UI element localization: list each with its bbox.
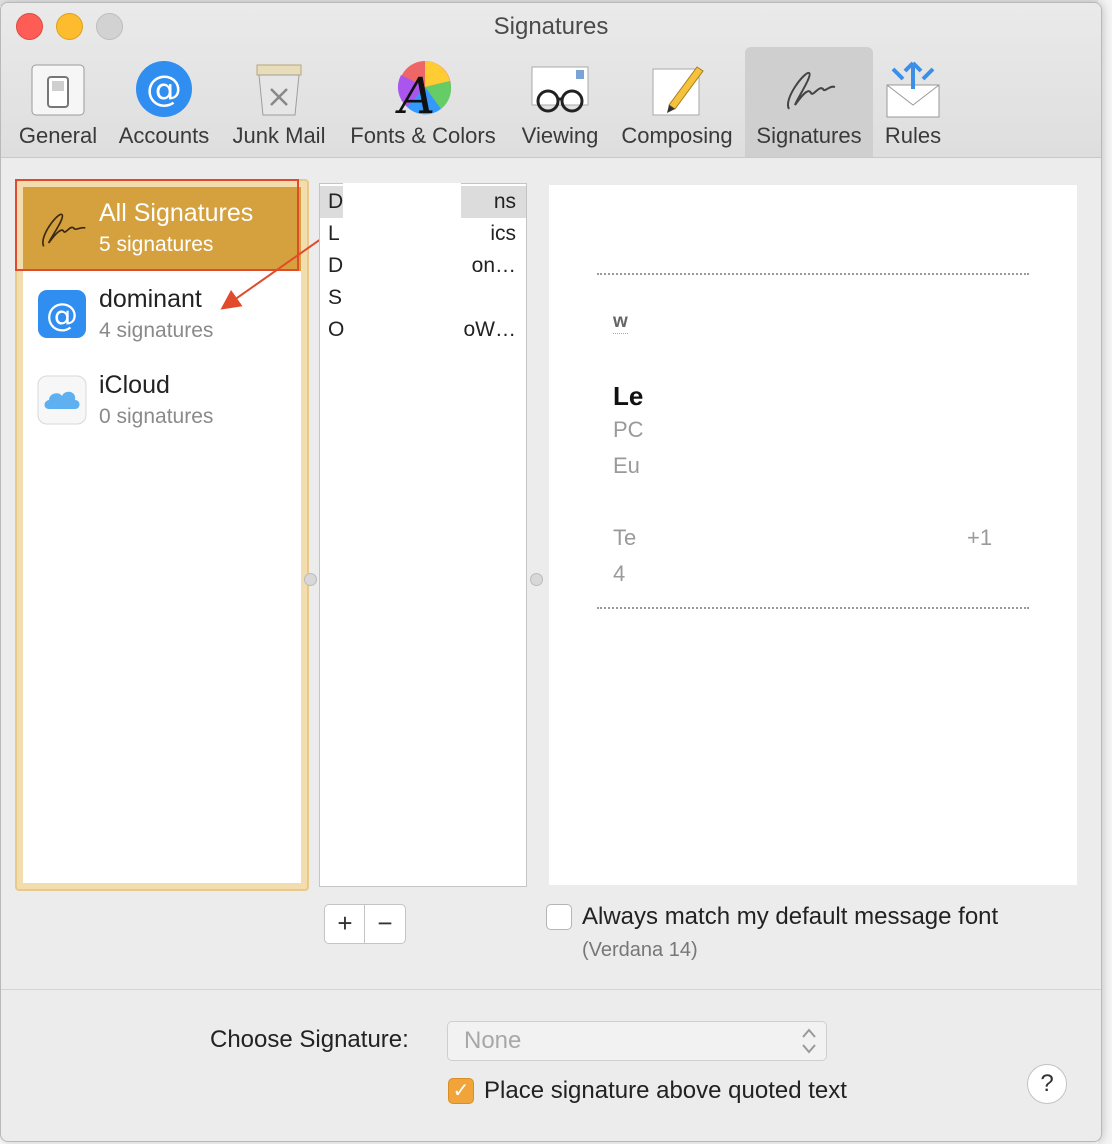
preferences-window: Signatures General @ Accounts Junk Mail … <box>0 2 1102 1142</box>
match-font-label: Always match my default message font <box>582 903 999 930</box>
tab-junk-mail-label: Junk Mail <box>232 123 326 148</box>
signature-name-end: ics <box>490 222 516 245</box>
preview-text: Te <box>613 525 637 550</box>
pencil-paper-icon <box>652 66 704 116</box>
tab-signatures[interactable]: Signatures <box>745 47 873 157</box>
match-font-sublabel: (Verdana 14) <box>582 939 698 961</box>
redaction-block <box>343 183 461 223</box>
signature-row[interactable]: O oW… <box>320 314 526 346</box>
signature-list: D ns L ics D on… S O oW… <box>319 183 527 887</box>
add-signature-button[interactable]: + <box>324 904 366 944</box>
account-icloud[interactable]: iCloud 0 signatures <box>23 359 301 443</box>
signature-icon <box>786 71 836 110</box>
tab-accounts-label: Accounts <box>118 123 210 148</box>
match-font-checkbox[interactable] <box>546 904 572 930</box>
tab-viewing[interactable]: Viewing <box>513 47 607 157</box>
tab-fonts-colors-label: Fonts & Colors <box>350 123 496 148</box>
preview-text: +1 <box>967 525 993 550</box>
at-sign-icon: @ <box>38 290 86 338</box>
preferences-toolbar: General @ Accounts Junk Mail A Fonts & C… <box>1 47 1101 157</box>
account-dominant[interactable]: @ dominant 4 signatures <box>23 273 301 357</box>
tab-fonts-colors[interactable]: A Fonts & Colors <box>339 47 507 157</box>
annotation-highlight-box <box>15 179 299 271</box>
tab-rules[interactable]: Rules <box>877 47 949 157</box>
divider <box>597 273 1029 275</box>
icloud-icon <box>37 375 87 425</box>
choose-signature-select[interactable]: None <box>447 1021 827 1061</box>
at-sign-icon: @ <box>136 61 192 117</box>
place-above-checkbox[interactable]: ✓ <box>448 1078 474 1104</box>
account-name: iCloud <box>99 371 170 399</box>
svg-text:@: @ <box>46 296 78 334</box>
signature-name-start: D <box>328 190 344 213</box>
tab-composing[interactable]: Composing <box>613 47 741 157</box>
svg-text:A: A <box>395 67 435 119</box>
preview-name: Le <box>613 381 644 411</box>
glasses-envelope-icon <box>531 66 589 113</box>
chevron-up-down-icon <box>802 1028 816 1054</box>
titlebar: Signatures General @ Accounts Junk Mail … <box>1 3 1101 158</box>
tab-general-label: General <box>18 123 98 148</box>
accounts-list: All Signatures 5 signatures @ dominant 4… <box>23 187 301 883</box>
account-count: 0 signatures <box>99 405 214 428</box>
preview-text: 4 <box>613 561 626 586</box>
choose-signature-value: None <box>464 1027 522 1054</box>
account-count: 4 signatures <box>99 319 214 342</box>
remove-signature-button[interactable]: − <box>364 904 406 944</box>
tab-composing-label: Composing <box>621 123 733 148</box>
tab-rules-label: Rules <box>884 123 942 148</box>
tab-viewing-label: Viewing <box>521 123 599 148</box>
tab-junk-mail[interactable]: Junk Mail <box>225 47 333 157</box>
account-name: dominant <box>99 285 202 313</box>
trash-icon <box>256 64 302 116</box>
signature-name-start: O <box>328 318 345 341</box>
signature-preview: w Le PC Eu Te +1 4 <box>549 185 1077 885</box>
signature-name-end: oW… <box>463 318 517 341</box>
color-wheel-font-icon: A <box>395 61 452 119</box>
help-button[interactable]: ? <box>1027 1064 1067 1104</box>
preview-text: PC <box>613 417 644 442</box>
svg-text:@: @ <box>146 69 182 110</box>
window-title: Signatures <box>493 13 609 40</box>
signature-name-start: D <box>328 254 344 277</box>
tab-general[interactable]: General <box>13 47 103 157</box>
signature-name-end: on… <box>471 254 516 277</box>
signature-name-end: ns <box>493 190 516 213</box>
signature-name-start: S <box>328 286 343 309</box>
switch-icon <box>31 64 85 116</box>
envelope-arrows-icon <box>886 61 940 118</box>
divider <box>597 607 1029 609</box>
preview-text: w <box>613 311 628 334</box>
splitter-handle[interactable] <box>530 573 543 586</box>
signature-row[interactable]: D on… <box>320 250 526 282</box>
signature-row[interactable]: S <box>320 282 526 314</box>
signature-name-start: L <box>328 222 340 245</box>
tab-accounts[interactable]: @ Accounts <box>109 47 219 157</box>
tab-signatures-label: Signatures <box>756 123 862 148</box>
place-above-label: Place signature above quoted text <box>484 1077 847 1104</box>
accounts-pane: All Signatures 5 signatures @ dominant 4… <box>15 179 309 891</box>
separator <box>1 989 1101 990</box>
splitter-handle[interactable] <box>304 573 317 586</box>
choose-signature-label: Choose Signature: <box>210 1026 409 1053</box>
preview-text: Eu <box>613 453 640 478</box>
